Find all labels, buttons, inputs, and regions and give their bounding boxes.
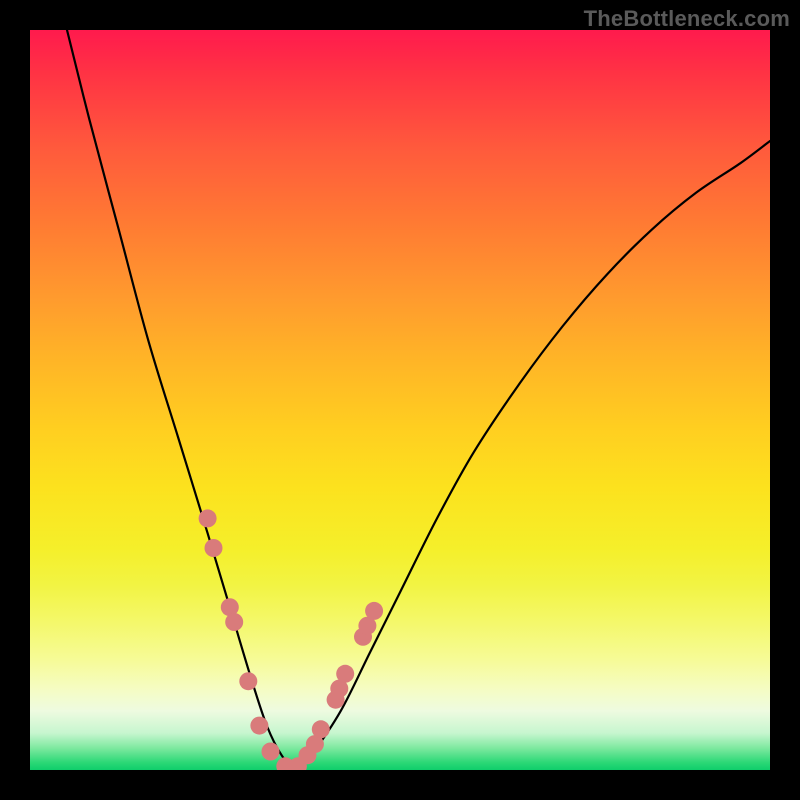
highlight-dot (262, 743, 280, 761)
highlight-dot (312, 720, 330, 738)
highlight-dot (336, 665, 354, 683)
highlight-dot (239, 672, 257, 690)
plot-area (30, 30, 770, 770)
highlight-dot (205, 539, 223, 557)
highlight-dot (199, 509, 217, 527)
highlight-dot (225, 613, 243, 631)
curve-svg (30, 30, 770, 770)
highlight-dots (199, 509, 384, 770)
bottleneck-curve (67, 30, 770, 770)
highlight-dot (365, 602, 383, 620)
highlight-dot (250, 717, 268, 735)
watermark-text: TheBottleneck.com (584, 6, 790, 32)
chart-frame: TheBottleneck.com (0, 0, 800, 800)
